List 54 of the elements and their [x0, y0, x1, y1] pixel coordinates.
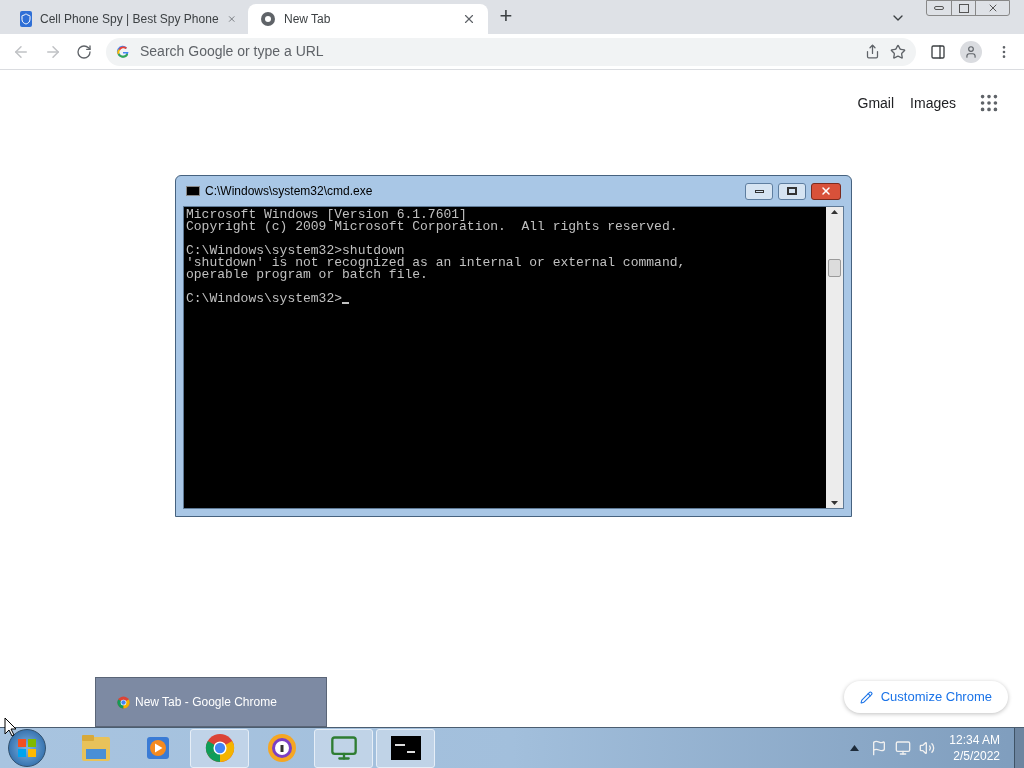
text-cursor	[342, 302, 350, 304]
new-tab-button[interactable]: +	[494, 4, 518, 28]
maximize-button[interactable]	[778, 182, 806, 200]
browser-tab[interactable]: Cell Phone Spy | Best Spy Phone	[8, 4, 248, 34]
address-input[interactable]: Search Google or type a URL	[140, 41, 855, 62]
browser-tab[interactable]: New Tab	[248, 4, 488, 34]
console-line: C:\Windows\system32>	[186, 293, 343, 305]
console-line: C:\Windows\system32>shutdown	[186, 245, 405, 257]
chrome-logo-icon	[117, 695, 130, 709]
tab-title: Cell Phone Spy | Best Spy Phone	[40, 11, 219, 28]
console-icon	[186, 186, 200, 196]
profile-icon[interactable]	[960, 40, 982, 63]
lock-icon	[266, 733, 297, 763]
clock-time: 12:34 AM	[949, 732, 1000, 748]
scroll-up-icon[interactable]	[831, 210, 838, 214]
clock-date: 2/5/2022	[953, 748, 1000, 764]
windows-logo-icon	[17, 738, 37, 758]
console-line: operable program or batch file.	[186, 269, 428, 281]
console-line: Copyright (c) 2009 Microsoft Corporation. All rights reserved.	[186, 221, 678, 233]
pencil-icon	[859, 690, 873, 704]
console-icon	[390, 736, 421, 760]
close-button[interactable]	[811, 182, 841, 200]
apps-grid-icon[interactable]	[978, 92, 1000, 114]
start-orb[interactable]	[8, 729, 46, 767]
google-icon	[116, 44, 130, 59]
close-icon	[820, 185, 832, 197]
scroll-thumb[interactable]	[828, 258, 841, 277]
share-icon[interactable]	[865, 44, 880, 59]
side-panel-icon[interactable]	[930, 43, 946, 60]
chrome-logo-icon	[260, 11, 276, 27]
restore-icon[interactable]	[958, 3, 969, 13]
reload-icon[interactable]	[76, 43, 92, 60]
tooltip-text: New Tab - Google Chrome	[135, 694, 277, 711]
console-line: 'shutdown' is not recognized as an internal or external command,	[186, 257, 686, 269]
star-icon[interactable]	[890, 43, 906, 60]
console-line: Microsoft Windows [Version 6.1.7601]	[186, 209, 467, 221]
address-bar[interactable]: Search Google or type a URL	[106, 37, 916, 66]
scrollbar[interactable]	[826, 207, 843, 508]
minimize-icon[interactable]	[934, 6, 944, 10]
taskbar-app[interactable]	[376, 728, 435, 768]
mouse-pointer-icon	[4, 717, 16, 737]
customize-button[interactable]: Customize Chrome	[843, 681, 1008, 713]
window-title: C:\Windows\system32\cmd.exe	[205, 183, 373, 200]
close-icon[interactable]	[462, 12, 476, 26]
monitor-icon	[329, 734, 358, 762]
header-link[interactable]: Images	[910, 92, 956, 114]
shield-icon	[20, 11, 32, 27]
folder-icon	[79, 733, 112, 763]
minimize-button[interactable]	[745, 182, 773, 200]
show-hidden-icon[interactable]	[850, 745, 860, 751]
tab-title: New Tab	[284, 11, 332, 28]
scroll-down-icon[interactable]	[831, 501, 838, 505]
chrome-logo-icon	[204, 733, 235, 763]
header-link[interactable]: Gmail	[857, 92, 895, 114]
